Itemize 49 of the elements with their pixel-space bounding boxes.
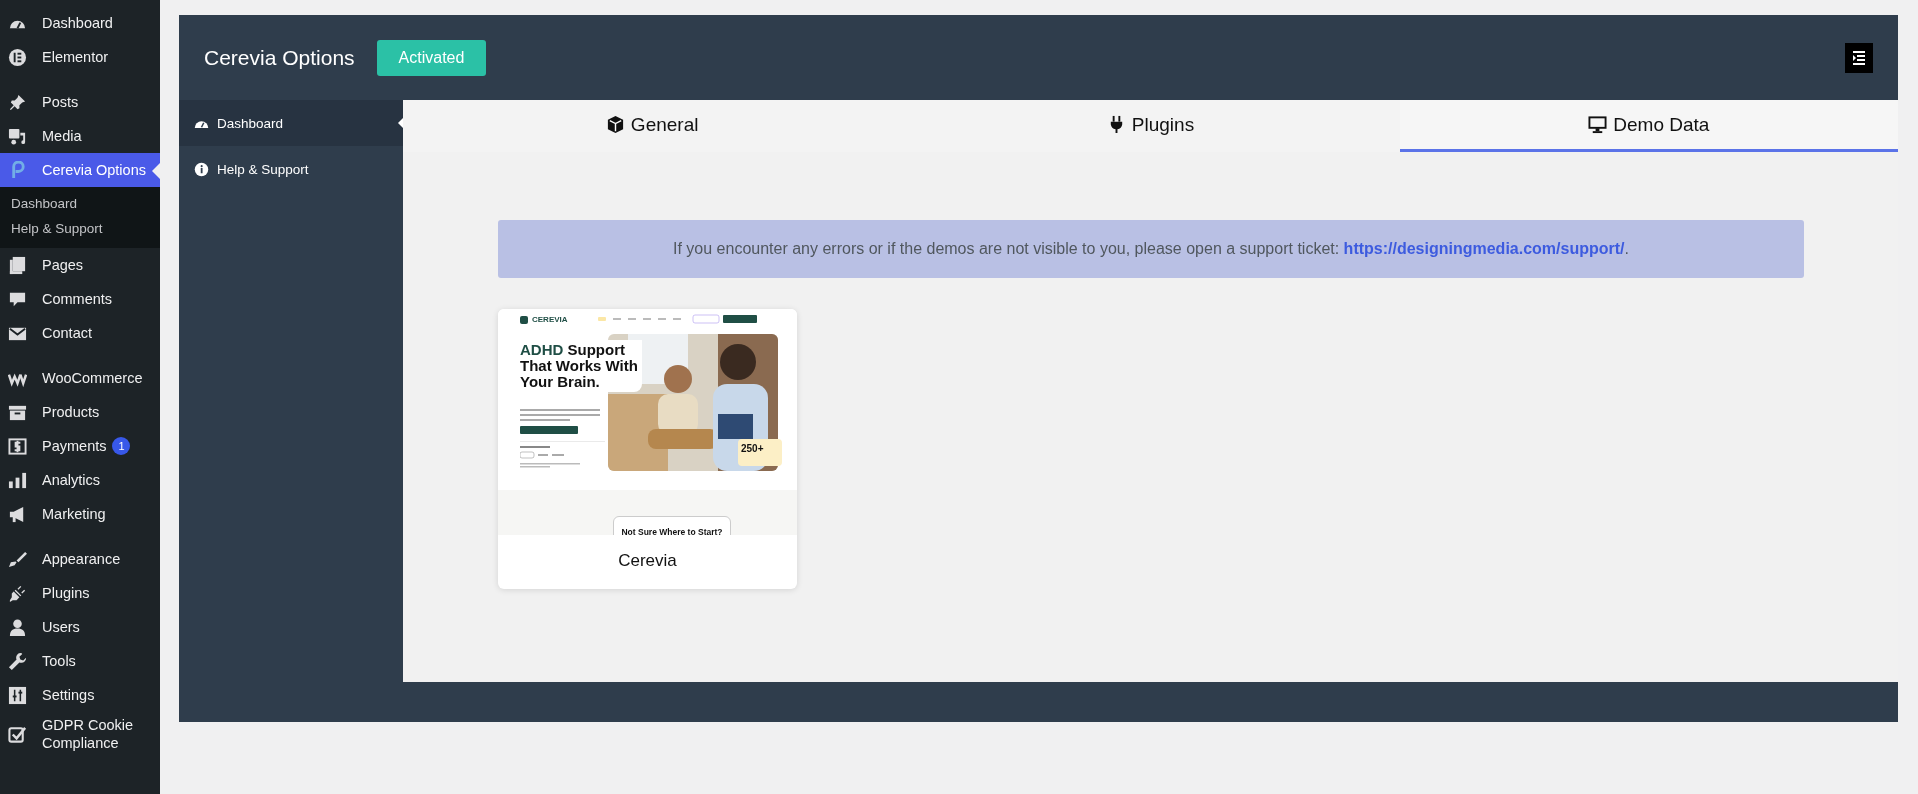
menu-item[interactable]: Appearance xyxy=(0,542,160,576)
menu-item[interactable]: Users xyxy=(0,610,160,644)
wrench-icon xyxy=(8,651,27,671)
plug-icon xyxy=(8,583,27,603)
panel-title: Cerevia Options xyxy=(204,45,355,70)
tab[interactable]: Plugins xyxy=(901,100,1400,152)
logo-icon xyxy=(520,315,528,324)
nav-item[interactable]: Help & Support xyxy=(179,146,403,192)
brush-icon xyxy=(8,549,27,569)
menu-item[interactable]: Comments xyxy=(0,282,160,316)
bar-chart-icon xyxy=(8,470,27,490)
tab[interactable]: General xyxy=(403,100,902,152)
sliders-icon xyxy=(8,685,27,705)
menu-item[interactable]: Analytics xyxy=(0,463,160,497)
user-icon xyxy=(8,617,27,637)
menu-item[interactable]: Marketing xyxy=(0,497,160,531)
menu-item[interactable]: Cerevia Options xyxy=(0,153,160,187)
dollar-icon xyxy=(8,436,27,456)
stat-card: 250+ xyxy=(738,439,782,466)
menu-item[interactable]: Dashboard xyxy=(0,6,160,40)
menu-item[interactable]: Posts xyxy=(0,85,160,119)
menu-item[interactable]: Payments 1 xyxy=(0,429,160,463)
media-icon xyxy=(8,126,27,146)
info-icon xyxy=(194,161,209,177)
menu-item[interactable]: WooCommerce xyxy=(0,361,160,395)
count-badge: 1 xyxy=(112,437,131,455)
demo-name: Cerevia xyxy=(617,550,678,572)
notice-text: If you encounter any errors or if the demos are not visible to you, please open a support ticket: https://designingmedia.com/support/. xyxy=(498,220,1804,278)
menu-item[interactable]: Pages xyxy=(0,248,160,282)
checkbox-icon xyxy=(8,724,27,744)
brand-name: CEREVIA xyxy=(532,315,568,324)
demo-card[interactable]: CEREVIA ADHD Support That Works With Your Brain. 250+ Not Sure Where to Start? Cerevia xyxy=(498,309,797,589)
menu-item[interactable]: Products xyxy=(0,395,160,429)
submenu-item[interactable]: Help & Support xyxy=(0,216,160,241)
menu-item[interactable]: GDPR Cookie Compliance xyxy=(0,712,160,756)
pages-icon xyxy=(8,255,27,275)
pin-icon xyxy=(8,92,27,112)
menu-item[interactable]: Settings xyxy=(0,678,160,712)
section-heading: Not Sure Where to Start? xyxy=(613,516,731,535)
nav-item[interactable]: Dashboard xyxy=(179,100,403,146)
menu-item[interactable]: Elementor xyxy=(0,40,160,74)
submenu-item[interactable]: Dashboard xyxy=(0,191,160,216)
menu-item[interactable]: Media xyxy=(0,119,160,153)
bars-circle-icon xyxy=(8,47,27,67)
menu-item[interactable]: Tools xyxy=(0,644,160,678)
cube-icon xyxy=(605,115,625,134)
monitor-icon xyxy=(1588,115,1608,134)
menu-item[interactable]: Contact xyxy=(0,316,160,350)
menu-item[interactable]: Plugins xyxy=(0,576,160,610)
